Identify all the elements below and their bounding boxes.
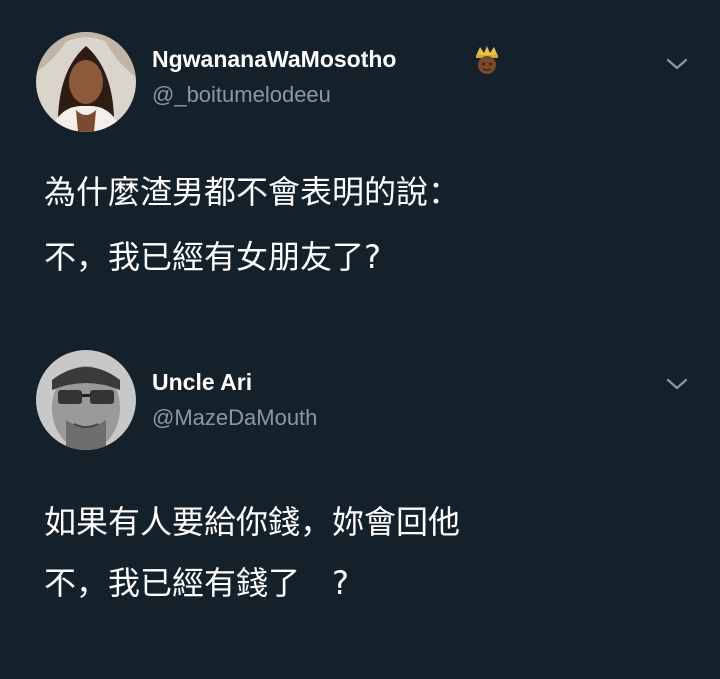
avatar[interactable] bbox=[36, 350, 136, 450]
chevron-down-icon[interactable] bbox=[662, 54, 692, 74]
chevron-down-icon[interactable] bbox=[662, 374, 692, 394]
tweet[interactable]: NgwananaWaMosotho @_boitumelodeeu 為什麼渣男都… bbox=[0, 0, 720, 320]
display-name[interactable]: NgwananaWaMosotho bbox=[152, 46, 396, 73]
tweet-text-line: 不，我已經有錢了 ? bbox=[44, 564, 349, 602]
tweet-text-line: 不，我已經有女朋友了? bbox=[44, 238, 381, 276]
tweet[interactable]: Uncle Ari @MazeDaMouth 如果有人要給你錢，妳會回他 不，我… bbox=[0, 320, 720, 679]
user-handle[interactable]: @MazeDaMouth bbox=[152, 405, 317, 431]
crown-emoji-icon bbox=[472, 44, 502, 76]
avatar[interactable] bbox=[36, 32, 136, 132]
user-handle[interactable]: @_boitumelodeeu bbox=[152, 82, 331, 108]
display-name[interactable]: Uncle Ari bbox=[152, 369, 252, 396]
tweet-text-line: 為什麼渣男都不會表明的說： bbox=[44, 173, 461, 211]
tweet-text-line: 如果有人要給你錢，妳會回他 bbox=[44, 503, 461, 541]
